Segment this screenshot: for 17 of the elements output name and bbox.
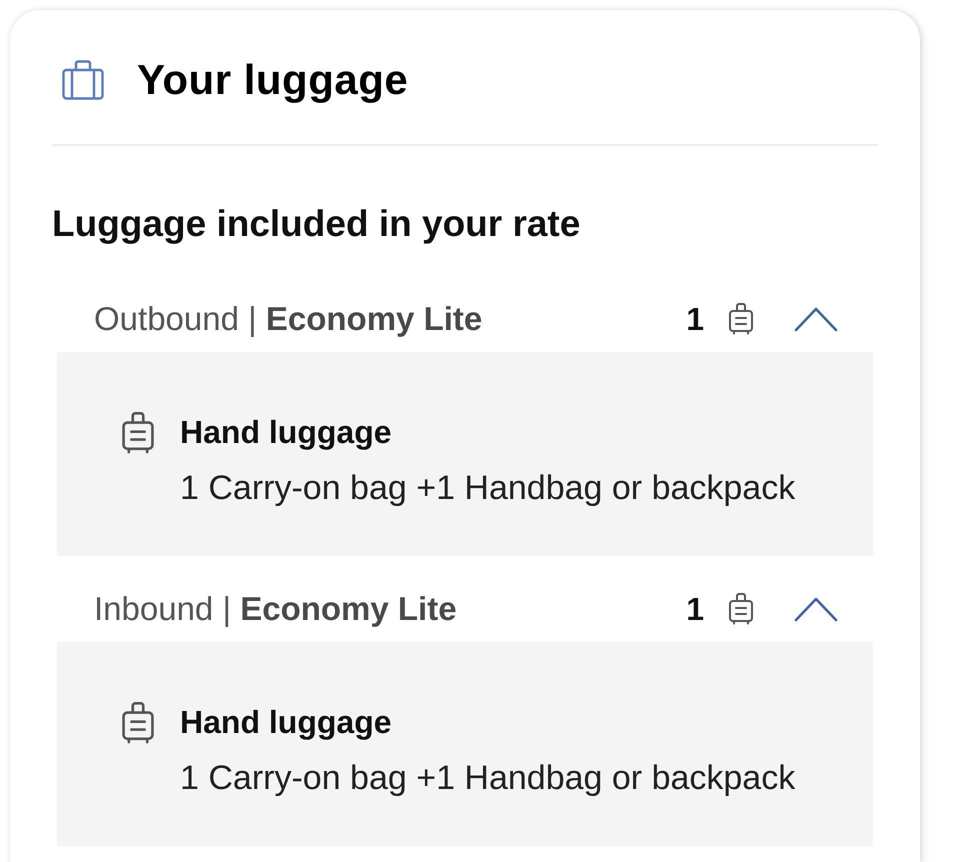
bag-count: 1 — [686, 300, 704, 339]
collapse-toggle[interactable] — [794, 306, 838, 332]
segment-label: Inbound | Economy Lite — [94, 589, 457, 630]
card-title: Your luggage — [137, 55, 408, 105]
bag-count: 1 — [686, 590, 704, 629]
suitcase-icon — [120, 702, 156, 744]
suitcase-icon — [728, 303, 754, 335]
suitcase-icon — [120, 412, 156, 454]
item-title: Hand luggage — [180, 413, 393, 452]
collapse-toggle[interactable] — [794, 596, 838, 622]
briefcase-icon — [62, 60, 104, 100]
item-detail: 1 Carry-on bag +1 Handbag or backpack — [180, 758, 796, 799]
item-detail: 1 Carry-on bag +1 Handbag or backpack — [180, 468, 796, 509]
suitcase-icon — [728, 593, 754, 625]
section-heading: Luggage included in your rate — [52, 202, 582, 246]
segment-label: Outbound | Economy Lite — [94, 299, 482, 340]
item-title: Hand luggage — [180, 703, 393, 742]
